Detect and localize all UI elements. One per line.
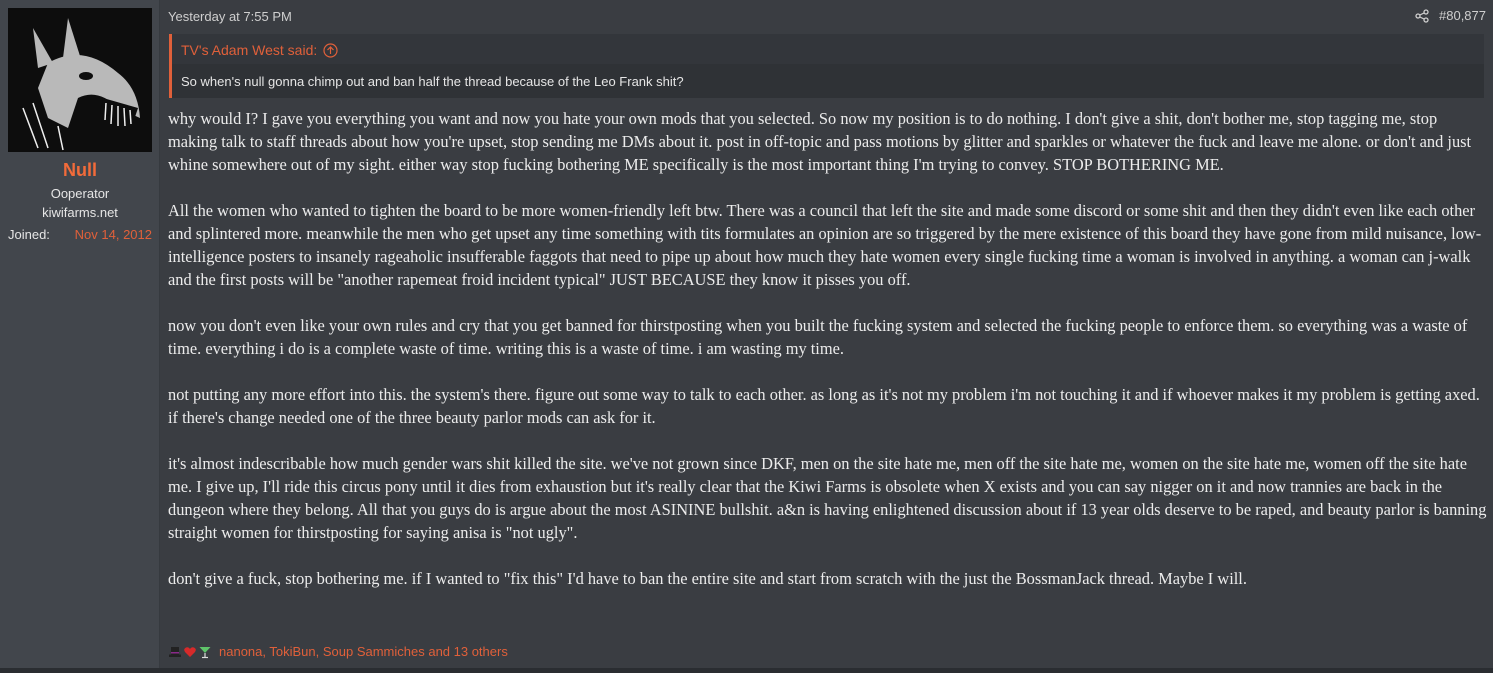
message-paragraph: not putting any more effort into this. t… — [168, 385, 1480, 427]
user-banner: kiwifarms.net — [42, 205, 118, 220]
post-date[interactable]: Yesterday at 7:55 PM — [168, 9, 292, 24]
forum-post: Null Ooperator kiwifarms.net Joined: Nov… — [0, 0, 1493, 673]
quote-block: TV's Adam West said: So when's null gonn… — [169, 34, 1484, 98]
avatar[interactable] — [8, 8, 152, 152]
message-paragraph: it's almost indescribable how much gende… — [168, 454, 1487, 542]
joined-label: Joined: — [8, 227, 50, 242]
user-title: Ooperator — [50, 186, 110, 201]
username[interactable]: Null — [0, 160, 160, 181]
share-icon[interactable] — [1415, 8, 1429, 23]
quote-header — [172, 34, 1484, 64]
message-paragraph: now you don't even like your own rules a… — [168, 316, 1468, 358]
user-sidebar: Null Ooperator kiwifarms.net Joined: Nov… — [0, 0, 160, 668]
message-body: why would I? I gave you everything you w… — [168, 107, 1488, 613]
heart-icon — [183, 645, 197, 659]
quote-text: So when's null gonna chimp out and ban h… — [181, 74, 684, 89]
reactions-bar: nanona, TokiBun, Soup Sammiches and 13 o… — [168, 644, 508, 659]
message-paragraph: don't give a fuck, stop bothering me. if… — [168, 569, 1247, 588]
message-paragraph: All the women who wanted to tighten the … — [168, 201, 1482, 289]
reaction-users-link[interactable]: nanona, TokiBun, Soup Sammiches and 13 o… — [219, 644, 508, 659]
joined-date: Nov 14, 2012 — [74, 227, 152, 242]
quote-author-link[interactable]: TV's Adam West said: — [181, 42, 338, 58]
reaction-icons[interactable] — [168, 645, 213, 659]
top-hat-icon — [168, 645, 182, 659]
quote-author: TV's Adam West said: — [181, 42, 318, 58]
post-meta: #80,877 — [1415, 8, 1486, 23]
arrow-up-circle-icon[interactable] — [323, 42, 338, 58]
post-number[interactable]: #80,877 — [1439, 8, 1486, 23]
cocktail-icon — [198, 645, 212, 659]
joined-row: Joined: Nov 14, 2012 — [8, 227, 152, 242]
post-divider — [0, 668, 1493, 673]
post-main: Yesterday at 7:55 PM #80,877 TV's Adam W… — [160, 0, 1493, 668]
wolf-avatar-icon — [8, 8, 152, 152]
message-paragraph: why would I? I gave you everything you w… — [168, 109, 1472, 174]
